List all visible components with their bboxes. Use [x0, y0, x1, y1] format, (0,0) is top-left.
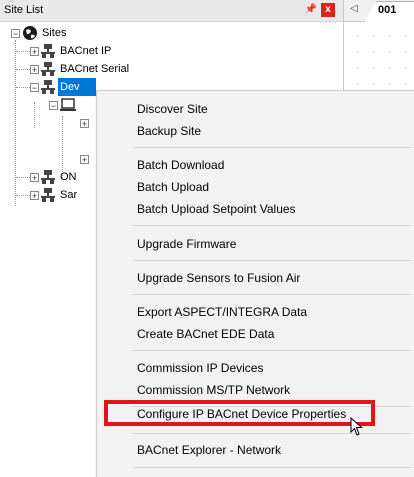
menu-item-label: Commission IP Devices — [137, 361, 264, 375]
menu-separator — [133, 467, 411, 468]
menu-item-backup-site[interactable]: Backup Site — [97, 121, 414, 141]
collapse-icon[interactable]: − — [30, 83, 39, 93]
tree-label: ON — [60, 171, 77, 183]
expand-icon[interactable]: + — [80, 155, 89, 165]
menu-item-label: Batch Upload Setpoint Values — [137, 202, 296, 216]
controller-icon — [60, 98, 76, 111]
expand-icon[interactable]: + — [30, 65, 39, 75]
expand-icon[interactable]: + — [30, 191, 39, 201]
expand-icon[interactable]: + — [30, 47, 39, 57]
tree-connector — [16, 87, 30, 88]
network-icon — [41, 62, 55, 76]
menu-item-label: Upgrade Sensors to Fusion Air — [137, 271, 301, 285]
tree-item-sar[interactable]: + Sar — [0, 186, 96, 204]
menu-item-label: Batch Upload — [137, 180, 210, 194]
tree-connector — [16, 69, 30, 70]
tree-connector — [16, 177, 30, 178]
menu-item-label: Batch Download — [137, 158, 225, 172]
collapse-icon[interactable]: − — [49, 101, 58, 111]
menu-item-batch-upload-setpoints[interactable]: Batch Upload Setpoint Values — [97, 199, 414, 219]
tree-label: Sar — [60, 189, 78, 201]
menu-item-upgrade-firmware[interactable]: Upgrade Firmware — [97, 234, 414, 254]
menu-item-create-bacnet-ede[interactable]: Create BACnet EDE Data — [97, 324, 414, 344]
menu-item-label: Export ASPECT/INTEGRA Data — [137, 305, 308, 319]
menu-separator — [133, 294, 411, 295]
tree-item-child[interactable]: + — [0, 114, 96, 132]
menu-separator — [133, 225, 411, 226]
tree-connector — [16, 51, 30, 52]
tree-label: BACnet Serial — [60, 63, 130, 75]
mouse-pointer-icon — [350, 417, 363, 436]
menu-separator — [133, 147, 411, 148]
menu-item-upgrade-sensors[interactable]: Upgrade Sensors to Fusion Air — [97, 268, 414, 288]
menu-item-label: Commission MS/TP Network — [137, 383, 291, 397]
menu-item-export-aspect-integra[interactable]: Export ASPECT/INTEGRA Data — [97, 302, 414, 322]
menu-item-label: Upgrade Firmware — [137, 237, 237, 251]
menu-separator — [133, 433, 411, 434]
globe-icon — [23, 26, 37, 40]
panel-header: Site List 📌 x — [0, 0, 343, 22]
panel-title: Site List — [4, 4, 44, 16]
menu-item-batch-download[interactable]: Batch Download — [97, 155, 414, 175]
tree-label: BACnet IP — [60, 45, 112, 57]
tree-item-controller[interactable]: − — [0, 96, 100, 114]
tree-item-on[interactable]: + ON — [0, 168, 96, 186]
menu-item-batch-upload[interactable]: Batch Upload — [97, 177, 414, 197]
menu-item-label: Backup Site — [137, 124, 202, 138]
tab-scroll-left-icon[interactable]: ◁ — [350, 3, 358, 14]
menu-item-label: BACnet Explorer - Network — [137, 443, 282, 457]
editor-tab-label: 001 — [378, 4, 397, 16]
network-icon — [41, 170, 55, 184]
tree-item-bacnet-serial[interactable]: + BACnet Serial — [0, 60, 160, 78]
network-icon — [41, 80, 55, 94]
menu-item-bacnet-explorer-network[interactable]: BACnet Explorer - Network — [97, 440, 414, 460]
highlight-annotation-box — [104, 400, 375, 426]
menu-item-commission-ip[interactable]: Commission IP Devices — [97, 358, 414, 378]
editor-tabstrip: ◁ 001 — [344, 0, 414, 22]
tree-label-sites: Sites — [42, 27, 67, 39]
tree-connector — [16, 195, 30, 196]
tree-item-bacnet-ip[interactable]: + BACnet IP — [0, 42, 150, 60]
expand-icon[interactable]: + — [80, 119, 89, 129]
tree-label-selected: Dev — [58, 78, 96, 96]
menu-item-label: Create BACnet EDE Data — [137, 327, 275, 341]
menu-item-commission-mstp[interactable]: Commission MS/TP Network — [97, 380, 414, 400]
expand-icon[interactable]: + — [30, 173, 39, 183]
close-icon[interactable]: x — [321, 3, 335, 17]
menu-item-label: Discover Site — [137, 102, 208, 116]
menu-separator — [133, 260, 411, 261]
menu-separator — [133, 350, 411, 351]
network-icon — [41, 44, 55, 58]
network-icon — [41, 188, 55, 202]
pin-icon[interactable]: 📌 — [304, 3, 318, 17]
tree-root-sites[interactable]: − Sites — [0, 24, 120, 42]
collapse-icon[interactable]: − — [11, 29, 20, 39]
tree-item-child[interactable]: + — [0, 150, 96, 168]
menu-item-discover-site[interactable]: Discover Site — [97, 99, 414, 119]
